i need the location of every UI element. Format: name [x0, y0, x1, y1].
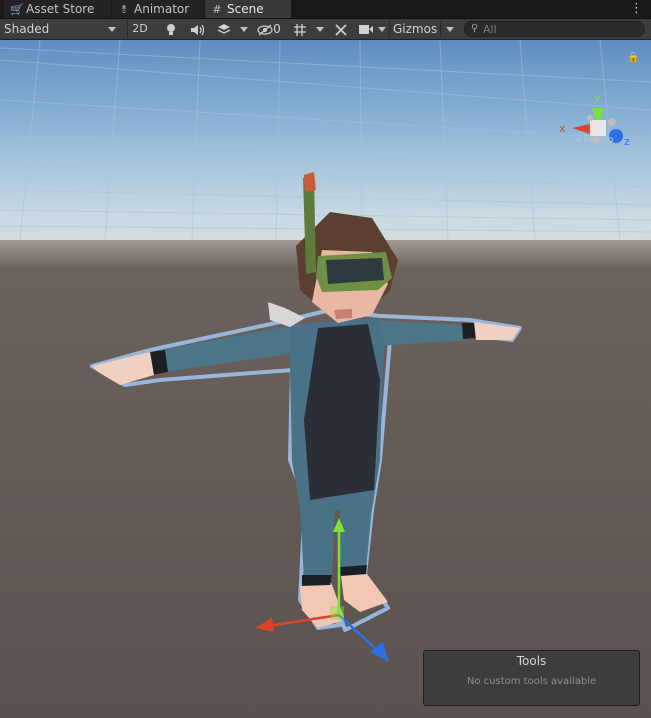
tab-label: Scene: [227, 2, 264, 16]
shading-mode-label: Shaded: [4, 22, 50, 36]
shading-mode-dropdown[interactable]: Shaded: [0, 20, 122, 38]
search-field[interactable]: ⚲: [464, 21, 645, 37]
camera-icon: [359, 25, 373, 34]
tab-asset-store[interactable]: 🛒 Asset Store: [4, 0, 111, 18]
toggle-2d-button[interactable]: 2D: [127, 20, 152, 38]
eye-slash-icon: [257, 24, 273, 35]
chevron-down-icon: [316, 27, 324, 32]
neg-x-axis-cone[interactable]: [608, 118, 616, 126]
search-icon: ⚲: [471, 23, 479, 34]
gizmos-dropdown[interactable]: Gizmos: [389, 20, 459, 38]
camera-dropdown[interactable]: [375, 20, 389, 38]
tools-panel-title: Tools: [516, 654, 547, 668]
tools-panel-message: No custom tools available: [466, 676, 597, 687]
x-axis-label: x: [559, 122, 566, 135]
tab-animator[interactable]: ⥉ Animator: [112, 0, 204, 18]
lightbulb-icon: [167, 23, 175, 35]
grid-dropdown[interactable]: [313, 20, 327, 38]
speaker-icon: [191, 24, 205, 35]
scene-tools-button[interactable]: [331, 20, 351, 38]
hidden-objects-toggle[interactable]: 0: [254, 20, 284, 38]
animator-icon: ⥉: [121, 3, 127, 16]
scene-toolbar: Shaded 2D 0 Gizmos ⚲ All: [0, 19, 651, 40]
shopping-bag-icon: 🛒: [10, 3, 24, 16]
grid-icon: [294, 23, 306, 36]
neg-z-axis-cone[interactable]: [587, 115, 593, 121]
more-options-icon[interactable]: ⋮: [630, 1, 643, 17]
audio-toggle-button[interactable]: [186, 20, 208, 38]
lock-icon[interactable]: 🔒: [627, 52, 639, 63]
effects-toggle-button[interactable]: [213, 20, 235, 38]
skybox: [0, 40, 651, 245]
orientation-gizmo[interactable]: y x z: [556, 88, 636, 168]
tools-icon: [335, 23, 347, 36]
chevron-down-icon: [108, 27, 116, 32]
y-axis-label: y: [594, 91, 601, 104]
chevron-down-icon: [446, 27, 454, 32]
tab-label: Asset Store: [26, 2, 95, 16]
effects-dropdown[interactable]: [237, 20, 251, 38]
divider: [440, 22, 441, 36]
gizmos-label: Gizmos: [393, 22, 438, 36]
lighting-toggle-button[interactable]: [160, 20, 182, 38]
camera-settings-button[interactable]: [357, 20, 375, 38]
scene-view: [0, 40, 651, 718]
chevron-down-icon: [240, 27, 248, 32]
hidden-count: 0: [273, 22, 281, 36]
grid-toggle-button[interactable]: [289, 20, 311, 38]
search-input[interactable]: [483, 22, 638, 36]
chevron-down-icon: [378, 27, 386, 32]
scene-grid-icon: #: [212, 3, 222, 16]
z-axis-label: z: [624, 135, 630, 148]
tools-overlay-panel: Tools No custom tools available: [423, 650, 640, 706]
projection-label: Persp: [583, 133, 614, 146]
tab-scene[interactable]: # Scene: [205, 0, 291, 18]
tab-bar: 🛒 Asset Store ⥉ Animator # Scene ⋮: [0, 0, 651, 19]
plane-handle[interactable]: [330, 606, 344, 620]
scene-viewport[interactable]: y x z 🔒 <Persp Tools No custom tools ava…: [0, 40, 651, 718]
toggle-2d-label: 2D: [132, 22, 148, 35]
layers-icon: [217, 24, 231, 34]
projection-toggle[interactable]: <Persp: [574, 133, 613, 146]
tab-label: Animator: [134, 2, 190, 16]
